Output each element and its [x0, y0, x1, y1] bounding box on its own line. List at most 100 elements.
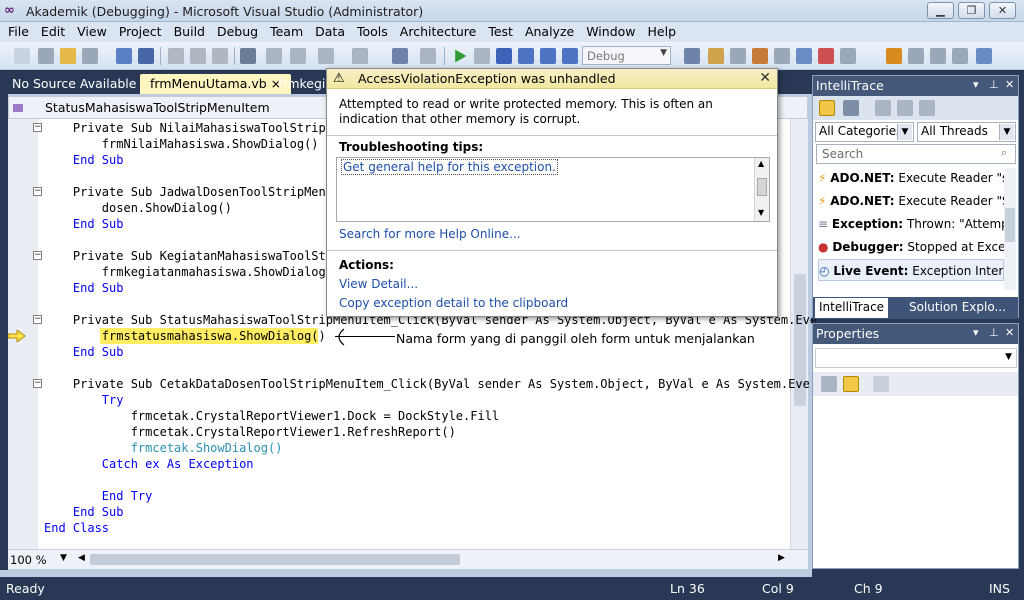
extension-manager-icon[interactable] — [840, 48, 856, 64]
pin-icon[interactable]: ⊥ — [989, 326, 999, 339]
save-icon[interactable] — [116, 48, 132, 64]
menu-project[interactable]: Project — [113, 22, 168, 42]
menu-tools[interactable]: Tools — [351, 22, 394, 42]
find-in-files-icon[interactable] — [684, 48, 700, 64]
editor-vertical-scrollbar[interactable] — [790, 119, 808, 549]
minimize-button[interactable]: ▁ — [927, 2, 954, 19]
intellitrace-event-row[interactable]: ⚡ ADO.NET: Execute Reader "SEL — [818, 190, 1004, 212]
intellitrace-scrollbar[interactable] — [1004, 168, 1016, 290]
category-filter-select[interactable]: All Categories ▼ — [815, 122, 914, 142]
intellitrace-search-input[interactable]: Search — [816, 144, 1016, 164]
save-log-icon[interactable] — [919, 100, 935, 116]
menu-debug[interactable]: Debug — [211, 22, 264, 42]
scrollbar-thumb[interactable] — [1005, 208, 1015, 242]
uncomment-icon[interactable] — [290, 48, 306, 64]
tab-solution-explorer[interactable]: Solution Explo... — [905, 298, 1010, 318]
outline-collapse-icon[interactable]: − — [33, 315, 42, 324]
menu-test[interactable]: Test — [482, 22, 519, 42]
outline-collapse-icon[interactable]: − — [33, 123, 42, 132]
menu-team[interactable]: Team — [264, 22, 309, 42]
next-bookmark-icon[interactable] — [908, 48, 924, 64]
calls-view-icon[interactable] — [843, 100, 859, 116]
scroll-up-icon[interactable]: ▲ — [758, 159, 764, 168]
tips-scrollbar[interactable]: ▲ ▼ — [754, 158, 769, 221]
toolbox-icon[interactable] — [774, 48, 790, 64]
thread-filter-select[interactable]: All Threads ▼ — [917, 122, 1016, 142]
menu-edit[interactable]: Edit — [35, 22, 71, 42]
intellitrace-event-row[interactable]: ● Debugger: Stopped at Excepti — [818, 236, 1004, 258]
zoom-level[interactable]: 100 % — [10, 553, 47, 567]
stop-debugging-icon[interactable] — [496, 48, 512, 64]
start-page-icon[interactable] — [818, 48, 834, 64]
menu-analyze[interactable]: Analyze — [519, 22, 580, 42]
editor-horizontal-scrollbar[interactable]: 100 % ▼ ◀ ▶ — [8, 549, 808, 569]
intellitrace-event-row[interactable]: ⚡ ADO.NET: Execute Reader "sel — [818, 167, 1004, 189]
solution-configuration-select[interactable]: Debug ▼ — [582, 46, 671, 65]
object-browser-icon[interactable] — [752, 48, 768, 64]
new-project-icon[interactable] — [14, 48, 30, 64]
close-window-button[interactable]: ✕ — [989, 2, 1016, 19]
close-icon[interactable]: ✕ — [759, 70, 771, 86]
step-over-icon[interactable] — [562, 48, 578, 64]
prev-bookmark-icon[interactable] — [930, 48, 946, 64]
pin-icon[interactable]: ⊥ — [989, 78, 999, 91]
restore-button[interactable]: ❐ — [958, 2, 985, 19]
undo-icon[interactable] — [318, 48, 334, 64]
add-existing-icon[interactable] — [82, 48, 98, 64]
menu-build[interactable]: Build — [168, 22, 211, 42]
search-help-online-link[interactable]: Search for more Help Online... — [339, 227, 521, 241]
code-definition-icon[interactable] — [976, 48, 992, 64]
member-dropdown[interactable]: StatusMahasiswaToolStripMenuItem — [45, 100, 270, 115]
menu-file[interactable]: File — [2, 22, 35, 42]
step-into-icon[interactable] — [540, 48, 556, 64]
copy-icon[interactable] — [190, 48, 206, 64]
copy-exception-link[interactable]: Copy exception detail to the clipboard — [339, 296, 568, 310]
scrollbar-thumb[interactable] — [90, 554, 460, 565]
properties-window-icon[interactable] — [730, 48, 746, 64]
clear-bookmarks-icon[interactable] — [952, 48, 968, 64]
intellitrace-event-row[interactable]: ◴ Live Event: Exception Intercep — [818, 259, 1004, 281]
close-icon[interactable]: ✕ — [1005, 78, 1014, 91]
break-all-icon[interactable] — [474, 48, 490, 64]
menu-data[interactable]: Data — [309, 22, 351, 42]
paste-icon[interactable] — [212, 48, 228, 64]
open-settings-icon[interactable] — [875, 100, 891, 116]
save-all-icon[interactable] — [138, 48, 154, 64]
find-icon[interactable] — [240, 48, 256, 64]
object-select[interactable]: ▼ — [815, 348, 1017, 368]
menu-help[interactable]: Help — [642, 22, 683, 42]
events-view-icon[interactable] — [819, 100, 835, 116]
view-detail-link[interactable]: View Detail... — [339, 277, 418, 291]
redo-icon[interactable] — [352, 48, 368, 64]
categorized-icon[interactable] — [821, 376, 837, 392]
navigate-backward-icon[interactable] — [392, 48, 408, 64]
history-icon[interactable] — [897, 100, 913, 116]
continue-icon[interactable] — [455, 49, 467, 63]
scroll-left-icon[interactable]: ◀ — [78, 553, 85, 563]
intellitrace-event-row[interactable]: ≡ Exception: Thrown: "Attempt — [818, 213, 1004, 235]
outline-collapse-icon[interactable]: − — [33, 379, 42, 388]
menu-window[interactable]: Window — [580, 22, 641, 42]
server-explorer-icon[interactable] — [796, 48, 812, 64]
add-item-icon[interactable] — [38, 48, 54, 64]
scroll-right-icon[interactable]: ▶ — [778, 553, 785, 563]
scroll-down-icon[interactable]: ▼ — [758, 208, 764, 217]
scrollbar-thumb[interactable] — [757, 178, 767, 196]
menu-architecture[interactable]: Architecture — [394, 22, 483, 42]
property-pages-icon[interactable] — [873, 376, 889, 392]
general-help-link[interactable]: Get general help for this exception. — [341, 159, 558, 175]
alphabetical-icon[interactable] — [843, 376, 859, 392]
outline-collapse-icon[interactable]: − — [33, 187, 42, 196]
chevron-down-icon[interactable]: ▼ — [60, 553, 67, 563]
chevron-down-icon[interactable]: ▾ — [973, 326, 979, 339]
comment-icon[interactable] — [266, 48, 282, 64]
bookmark-icon[interactable] — [886, 48, 902, 64]
restart-icon[interactable] — [518, 48, 534, 64]
chevron-down-icon[interactable]: ▾ — [973, 78, 979, 91]
tab-no-source-available[interactable]: No Source Available — [2, 74, 146, 94]
menu-view[interactable]: View — [71, 22, 113, 42]
cut-icon[interactable] — [168, 48, 184, 64]
troubleshooting-tips-list[interactable]: Get general help for this exception. ▲ ▼ — [336, 157, 770, 222]
search-icon[interactable]: ⌕ — [1001, 146, 1007, 160]
navigate-forward-icon[interactable] — [420, 48, 436, 64]
